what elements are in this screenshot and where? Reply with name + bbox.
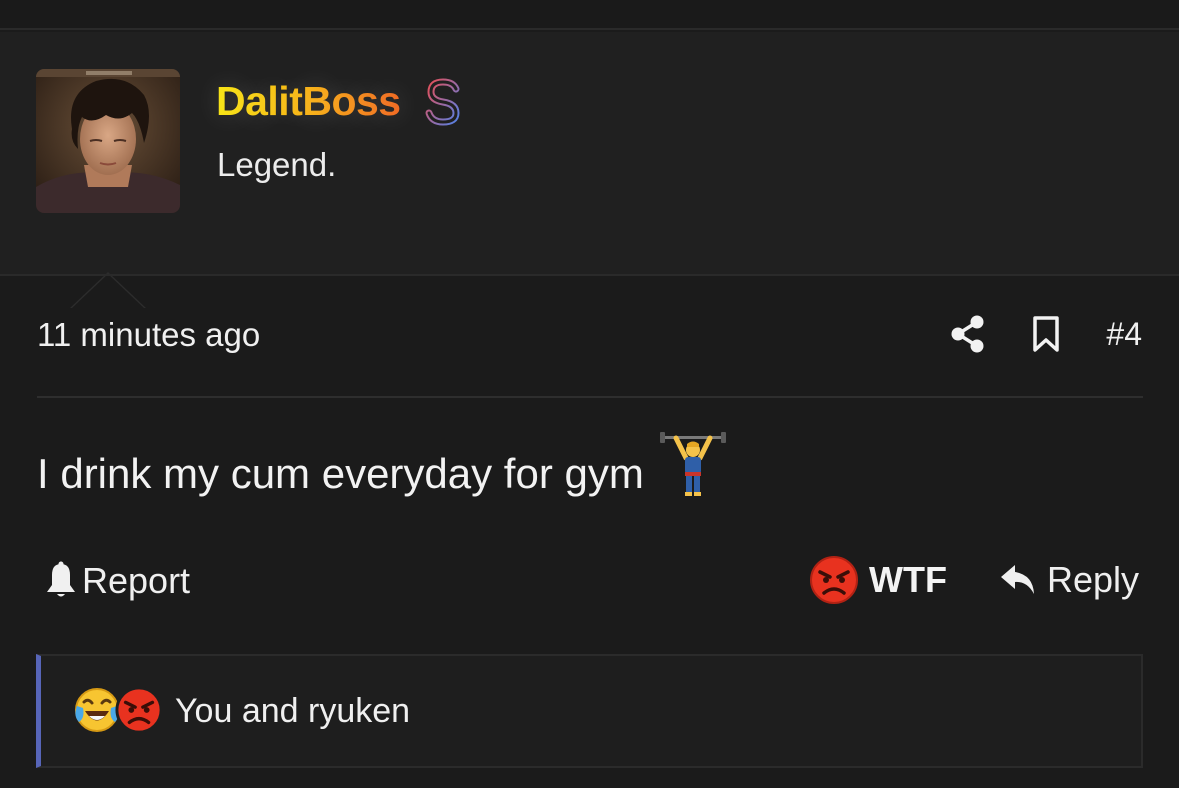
user-block: DalitBoss Legend. (0, 32, 1179, 308)
post-body-text: I drink my cum everyday for gym (37, 450, 644, 497)
share-icon (951, 315, 984, 353)
laughing-crying-face-icon (75, 688, 119, 732)
post-reactions: WTF Reply (809, 552, 1139, 608)
angry-face-icon (809, 556, 858, 604)
report-button[interactable]: Report (44, 558, 190, 604)
reply-label: Reply (1046, 559, 1139, 600)
meta-divider (37, 396, 1143, 398)
user-title: Legend. (217, 146, 337, 183)
post-meta-actions: #4 (948, 312, 1142, 356)
bell-icon (47, 561, 75, 597)
post-timestamp[interactable]: 11 minutes ago (37, 316, 260, 354)
person-lifting-weights-icon (659, 432, 726, 496)
share-button[interactable] (948, 312, 988, 356)
reply-button[interactable]: Reply (999, 559, 1139, 601)
pointer (72, 274, 144, 308)
bookmark-button[interactable] (1026, 312, 1066, 356)
top-strip (0, 0, 1179, 30)
reactors-text: You and ryuken (175, 691, 411, 730)
bookmark-icon (1033, 316, 1060, 352)
reaction-icons (73, 686, 167, 736)
reply-arrow-icon (1000, 565, 1034, 594)
wtf-reaction-button[interactable]: WTF (809, 555, 947, 605)
dollar-badge-icon (425, 75, 460, 127)
report-label: Report (82, 560, 191, 601)
post-number[interactable]: #4 (1106, 316, 1142, 353)
angry-face-icon (115, 686, 163, 734)
wtf-label: WTF (868, 559, 947, 600)
avatar[interactable] (36, 69, 180, 213)
block-divider (0, 274, 1179, 276)
username[interactable]: DalitBoss (216, 78, 401, 125)
post-body: I drink my cum everyday for gym (37, 432, 728, 498)
reactions-summary-bar[interactable]: You and ryuken (36, 654, 1143, 768)
